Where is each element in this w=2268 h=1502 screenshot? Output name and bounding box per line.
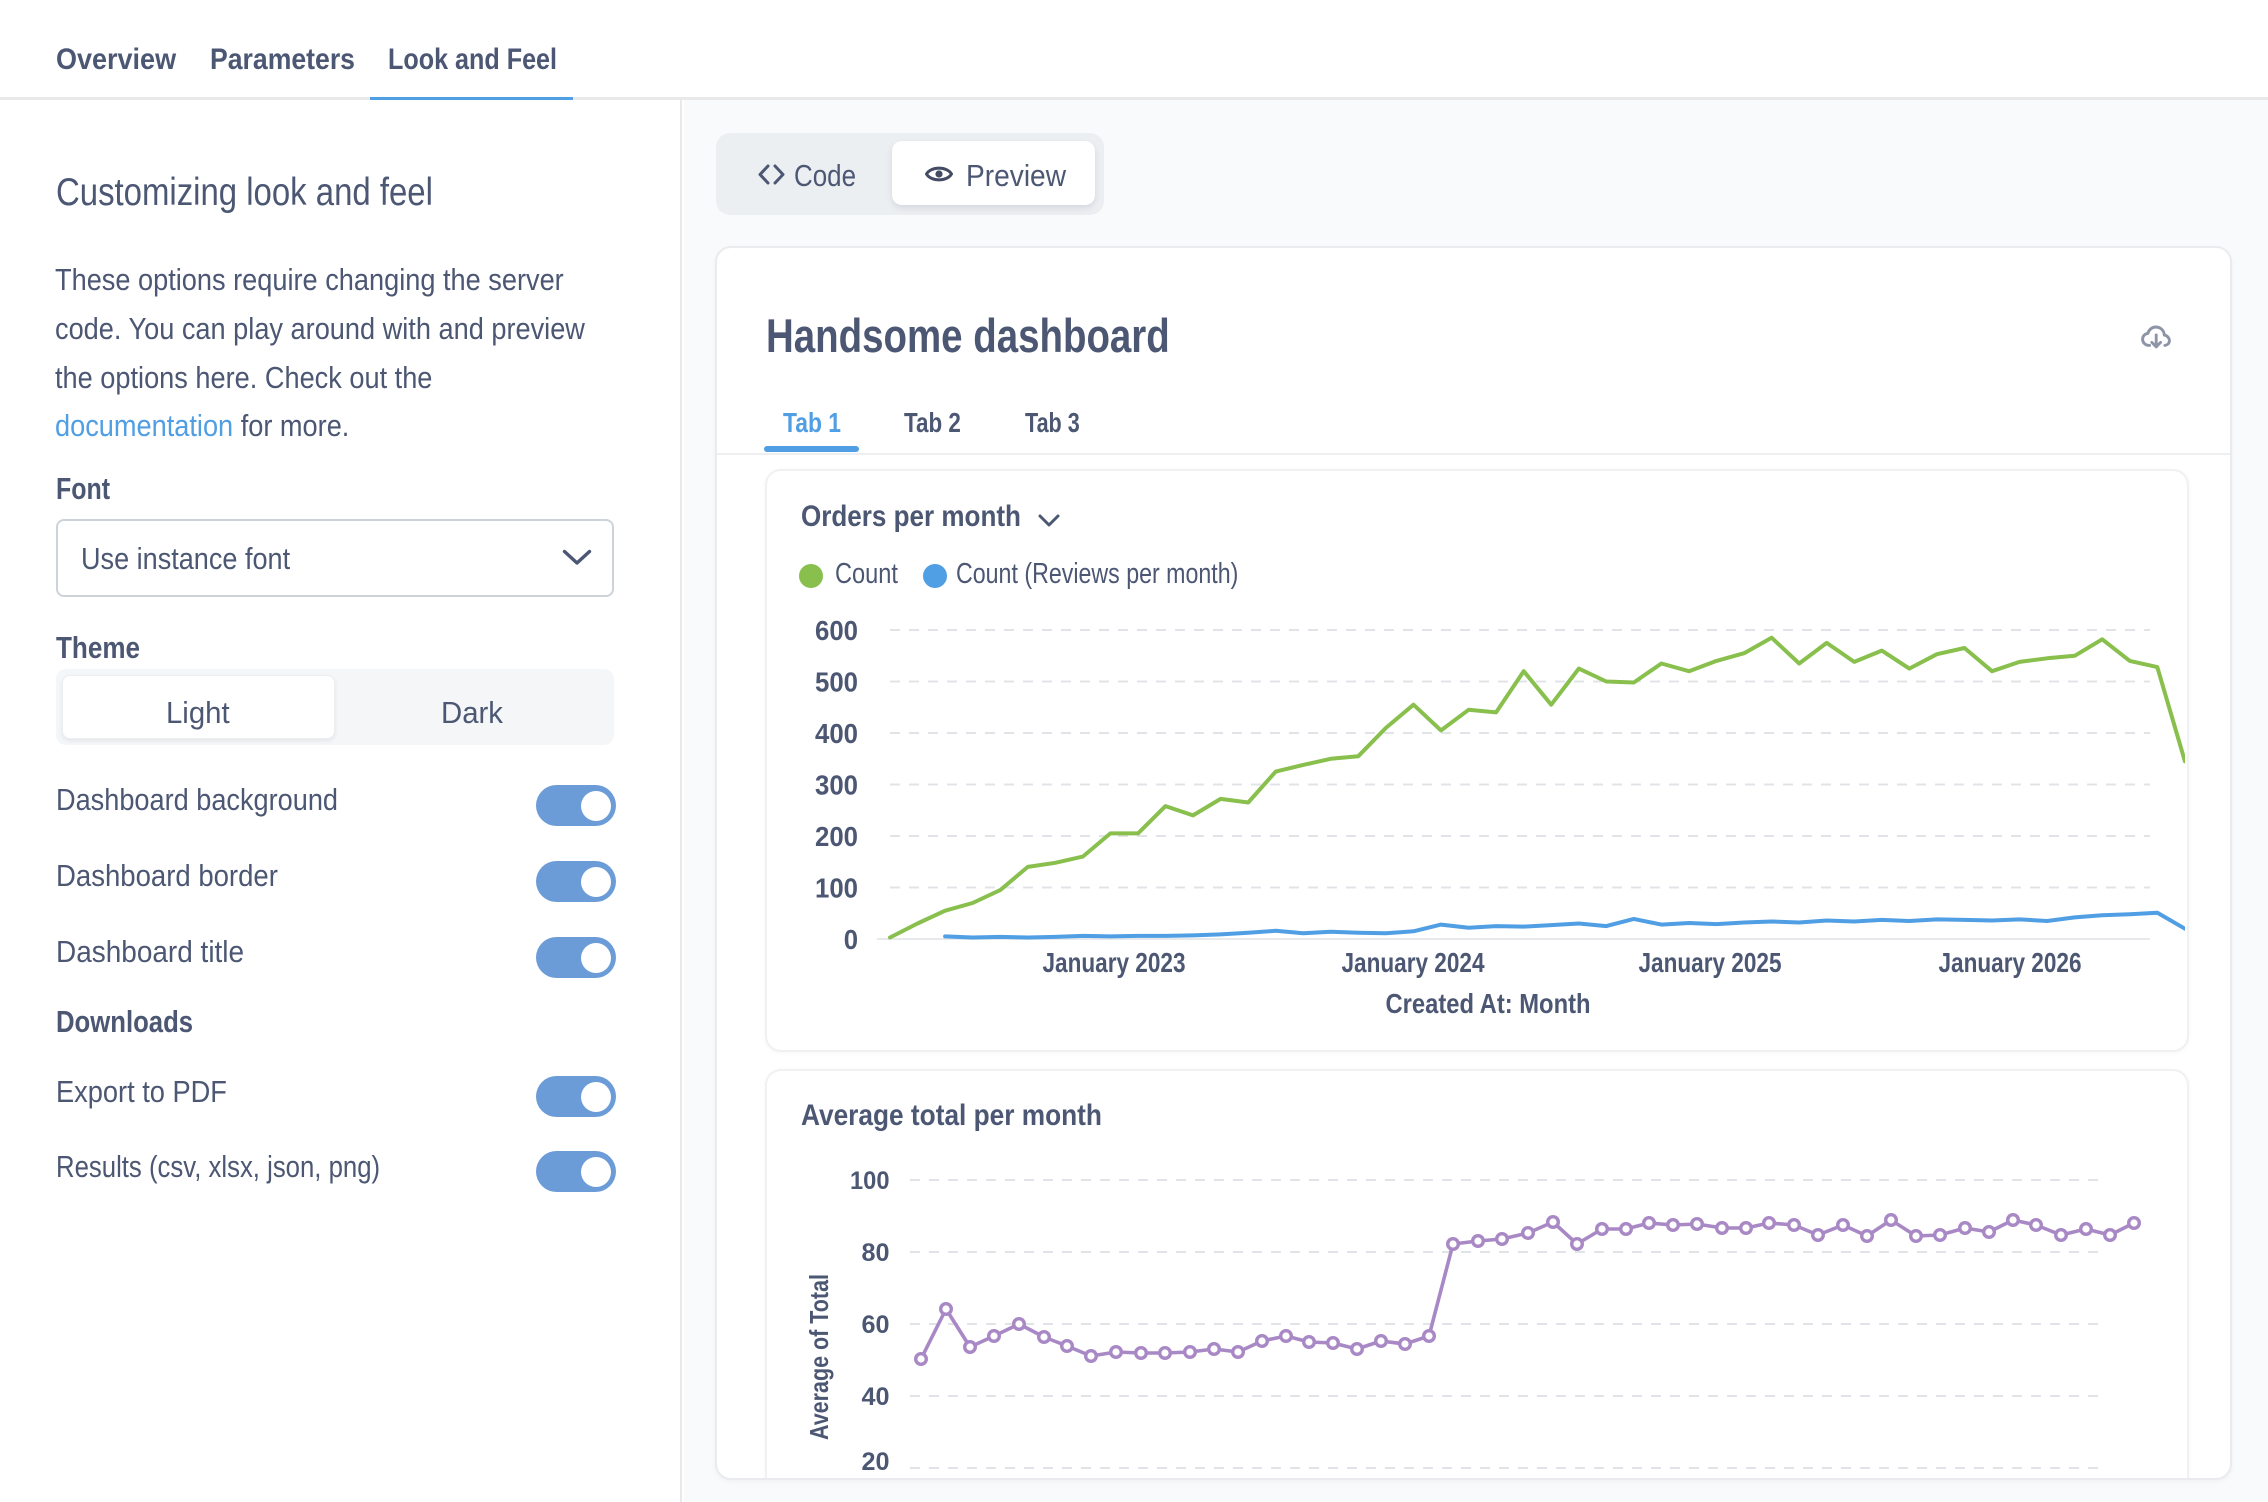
svg-text:20: 20 bbox=[862, 1448, 890, 1476]
svg-text:January 2024: January 2024 bbox=[1342, 947, 1485, 978]
svg-text:100: 100 bbox=[850, 1167, 890, 1195]
svg-text:January 2025: January 2025 bbox=[1639, 947, 1782, 978]
svg-text:400: 400 bbox=[815, 718, 858, 749]
svg-text:Average of Total: Average of Total bbox=[804, 1274, 834, 1440]
svg-text:0: 0 bbox=[844, 924, 858, 955]
svg-text:600: 600 bbox=[815, 615, 858, 646]
svg-text:80: 80 bbox=[862, 1239, 890, 1267]
svg-text:200: 200 bbox=[815, 821, 858, 852]
svg-text:300: 300 bbox=[815, 770, 858, 801]
svg-text:Created At: Month: Created At: Month bbox=[1386, 988, 1591, 1019]
svg-text:60: 60 bbox=[862, 1311, 890, 1339]
svg-text:40: 40 bbox=[862, 1383, 890, 1411]
svg-text:January 2026: January 2026 bbox=[1939, 947, 2082, 978]
svg-text:January 2023: January 2023 bbox=[1043, 947, 1186, 978]
svg-text:100: 100 bbox=[815, 873, 858, 904]
svg-text:500: 500 bbox=[815, 667, 858, 698]
